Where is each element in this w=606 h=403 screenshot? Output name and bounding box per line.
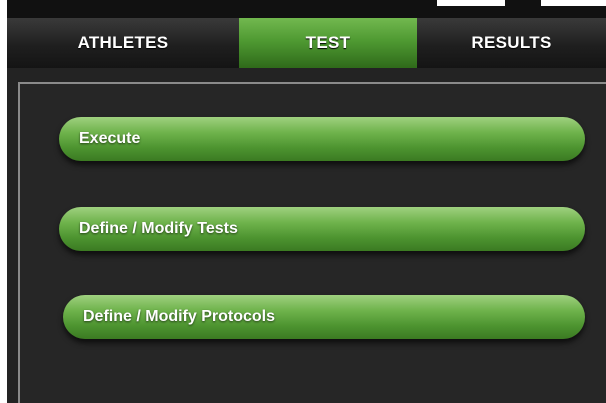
tab-bar: ATHLETES TEST RESULTS <box>7 18 606 68</box>
execute-button[interactable]: Execute <box>59 117 585 161</box>
top-control-left[interactable] <box>437 0 505 6</box>
define-modify-protocols-button[interactable]: Define / Modify Protocols <box>63 295 585 339</box>
tab-athletes[interactable]: ATHLETES <box>7 18 239 68</box>
define-modify-tests-label: Define / Modify Tests <box>79 220 238 237</box>
tab-athletes-label: ATHLETES <box>77 33 169 52</box>
top-strip <box>7 0 606 18</box>
tab-results-label: RESULTS <box>471 33 552 52</box>
define-modify-tests-button[interactable]: Define / Modify Tests <box>59 207 585 251</box>
execute-button-label: Execute <box>79 130 141 147</box>
tab-test-label: TEST <box>305 33 351 52</box>
app-window: ATHLETES TEST RESULTS Execute Define / M… <box>0 0 606 403</box>
tab-results[interactable]: RESULTS <box>417 18 606 68</box>
top-control-right[interactable] <box>541 0 606 6</box>
window-edge <box>0 0 7 403</box>
define-modify-protocols-label: Define / Modify Protocols <box>83 308 276 325</box>
tab-test[interactable]: TEST <box>239 18 417 68</box>
